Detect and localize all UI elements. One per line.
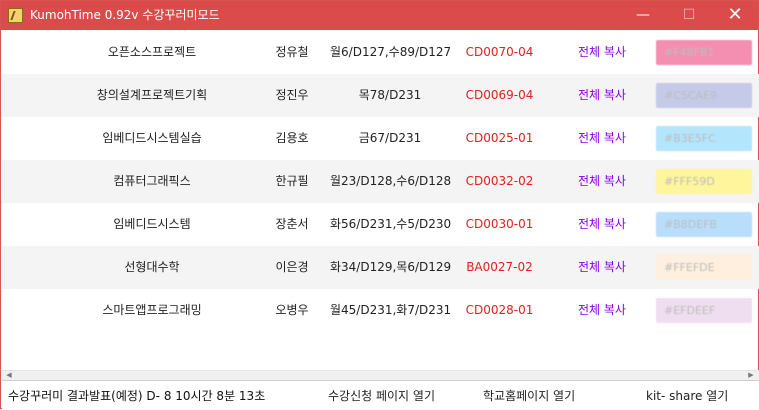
copy-all-button[interactable]: 전체 복사 <box>562 160 642 203</box>
course-name: 오픈소스프로젝트 <box>107 45 197 59</box>
scroll-right-icon[interactable]: ▶ <box>746 371 756 380</box>
minimize-button[interactable]: — <box>620 1 666 30</box>
course-code: CD0070-04 <box>465 45 534 59</box>
horizontal-scrollbar[interactable]: ◀ ▶ <box>2 370 759 380</box>
app-window: KumohTime 0.92v 수강꾸러미모드 — ☐ ✕ 오픈소스프로젝트 정유… <box>0 0 759 410</box>
copy-all-button[interactable]: 전체 복사 <box>562 117 642 160</box>
color-swatch[interactable]: #EFDEEF <box>656 298 752 323</box>
copy-all-button[interactable]: 전체 복사 <box>562 246 642 289</box>
color-swatch[interactable]: #FFEFDE <box>656 255 752 280</box>
close-button[interactable]: ✕ <box>712 1 758 30</box>
course-row: 스마트앱프로그래밍 오병우 월45/D231,화7/D231 CD0028-01 전체 … <box>2 289 759 332</box>
result-countdown: 수강꾸러미 결과발표(예정) D- 8 10시간 8분 13초 <box>8 389 266 403</box>
open-kit-share-link[interactable]: kit- share 열기 <box>646 387 728 404</box>
color-swatch[interactable]: #B8DEFB <box>656 212 752 237</box>
course-name: 선형대수학 <box>124 260 180 274</box>
copy-all-button[interactable]: 전체 복사 <box>562 289 642 332</box>
app-logo-icon <box>8 8 23 23</box>
color-swatch[interactable]: #F48FB1 <box>656 40 752 65</box>
class-time: 월45/D231,화7/D231 <box>330 303 452 317</box>
class-time: 목78/D231 <box>358 88 422 102</box>
course-list: 오픈소스프로젝트 정유철 월6/D127,수89/D127 CD0070-04 전체 복… <box>2 30 759 370</box>
course-code: CD0028-01 <box>465 303 534 317</box>
course-name: 스마트앱프로그래밍 <box>102 303 202 317</box>
color-swatch[interactable]: #C5CAE9 <box>656 83 752 108</box>
course-code: CD0032-02 <box>465 174 534 188</box>
copy-all-button[interactable]: 전체 복사 <box>562 31 642 74</box>
professor-name: 김용호 <box>275 131 309 145</box>
class-time: 화34/D129,목6/D129 <box>330 260 452 274</box>
course-code: CD0030-01 <box>465 217 534 231</box>
copy-all-button[interactable]: 전체 복사 <box>562 74 642 117</box>
course-name: 창의설계프로젝트기획 <box>96 88 208 102</box>
course-row: 오픈소스프로젝트 정유철 월6/D127,수89/D127 CD0070-04 전체 복… <box>2 31 759 74</box>
window-title: KumohTime 0.92v 수강꾸러미모드 <box>30 8 220 22</box>
course-row: 임베디드시스템 장춘서 화56/D231,수5/D230 CD0030-01 전체 복사… <box>2 203 759 246</box>
course-code: CD0025-01 <box>465 131 534 145</box>
class-time: 월6/D127,수89/D127 <box>330 45 452 59</box>
course-name: 임베디드시스템 <box>113 217 191 231</box>
color-swatch[interactable]: #B3E5FC <box>656 126 752 151</box>
professor-name: 이은경 <box>275 260 309 274</box>
professor-name: 장춘서 <box>275 217 309 231</box>
class-time: 화56/D231,수5/D230 <box>330 217 452 231</box>
course-code: CD0069-04 <box>465 88 534 102</box>
course-row: 창의설계프로젝트기획 정진우 목78/D231 CD0069-04 전체 복사 #C5CA… <box>2 74 759 117</box>
class-time: 금67/D231 <box>358 131 422 145</box>
course-row: 컴퓨터그래픽스 한규필 월23/D128,수6/D128 CD0032-02 전체 복사… <box>2 160 759 203</box>
professor-name: 정진우 <box>275 88 309 102</box>
professor-name: 정유철 <box>275 45 309 59</box>
professor-name: 오병우 <box>275 303 309 317</box>
maximize-button[interactable]: ☐ <box>666 1 712 30</box>
open-registration-link[interactable]: 수강신청 페이지 열기 <box>328 387 435 404</box>
course-row: 선형대수학 이은경 화34/D129,목6/D129 BA0027-02 전체 복사 #F… <box>2 246 759 289</box>
scroll-left-icon[interactable]: ◀ <box>4 371 14 380</box>
color-swatch[interactable]: #FFF59D <box>656 169 752 194</box>
course-code: BA0027-02 <box>466 260 533 274</box>
open-school-homepage-link[interactable]: 학교홈페이지 열기 <box>483 387 575 404</box>
course-row: 임베디드시스템실습 김용호 금67/D231 CD0025-01 전체 복사 #B3E5F… <box>2 117 759 160</box>
course-name: 임베디드시스템실습 <box>102 131 202 145</box>
class-time: 월23/D128,수6/D128 <box>330 174 452 188</box>
status-bar: 수강꾸러미 결과발표(예정) D- 8 10시간 8분 13초 수강신청 페이지… <box>2 380 759 410</box>
copy-all-button[interactable]: 전체 복사 <box>562 203 642 246</box>
title-bar[interactable]: KumohTime 0.92v 수강꾸러미모드 — ☐ ✕ <box>1 1 758 30</box>
professor-name: 한규필 <box>275 174 309 188</box>
course-name: 컴퓨터그래픽스 <box>113 174 191 188</box>
